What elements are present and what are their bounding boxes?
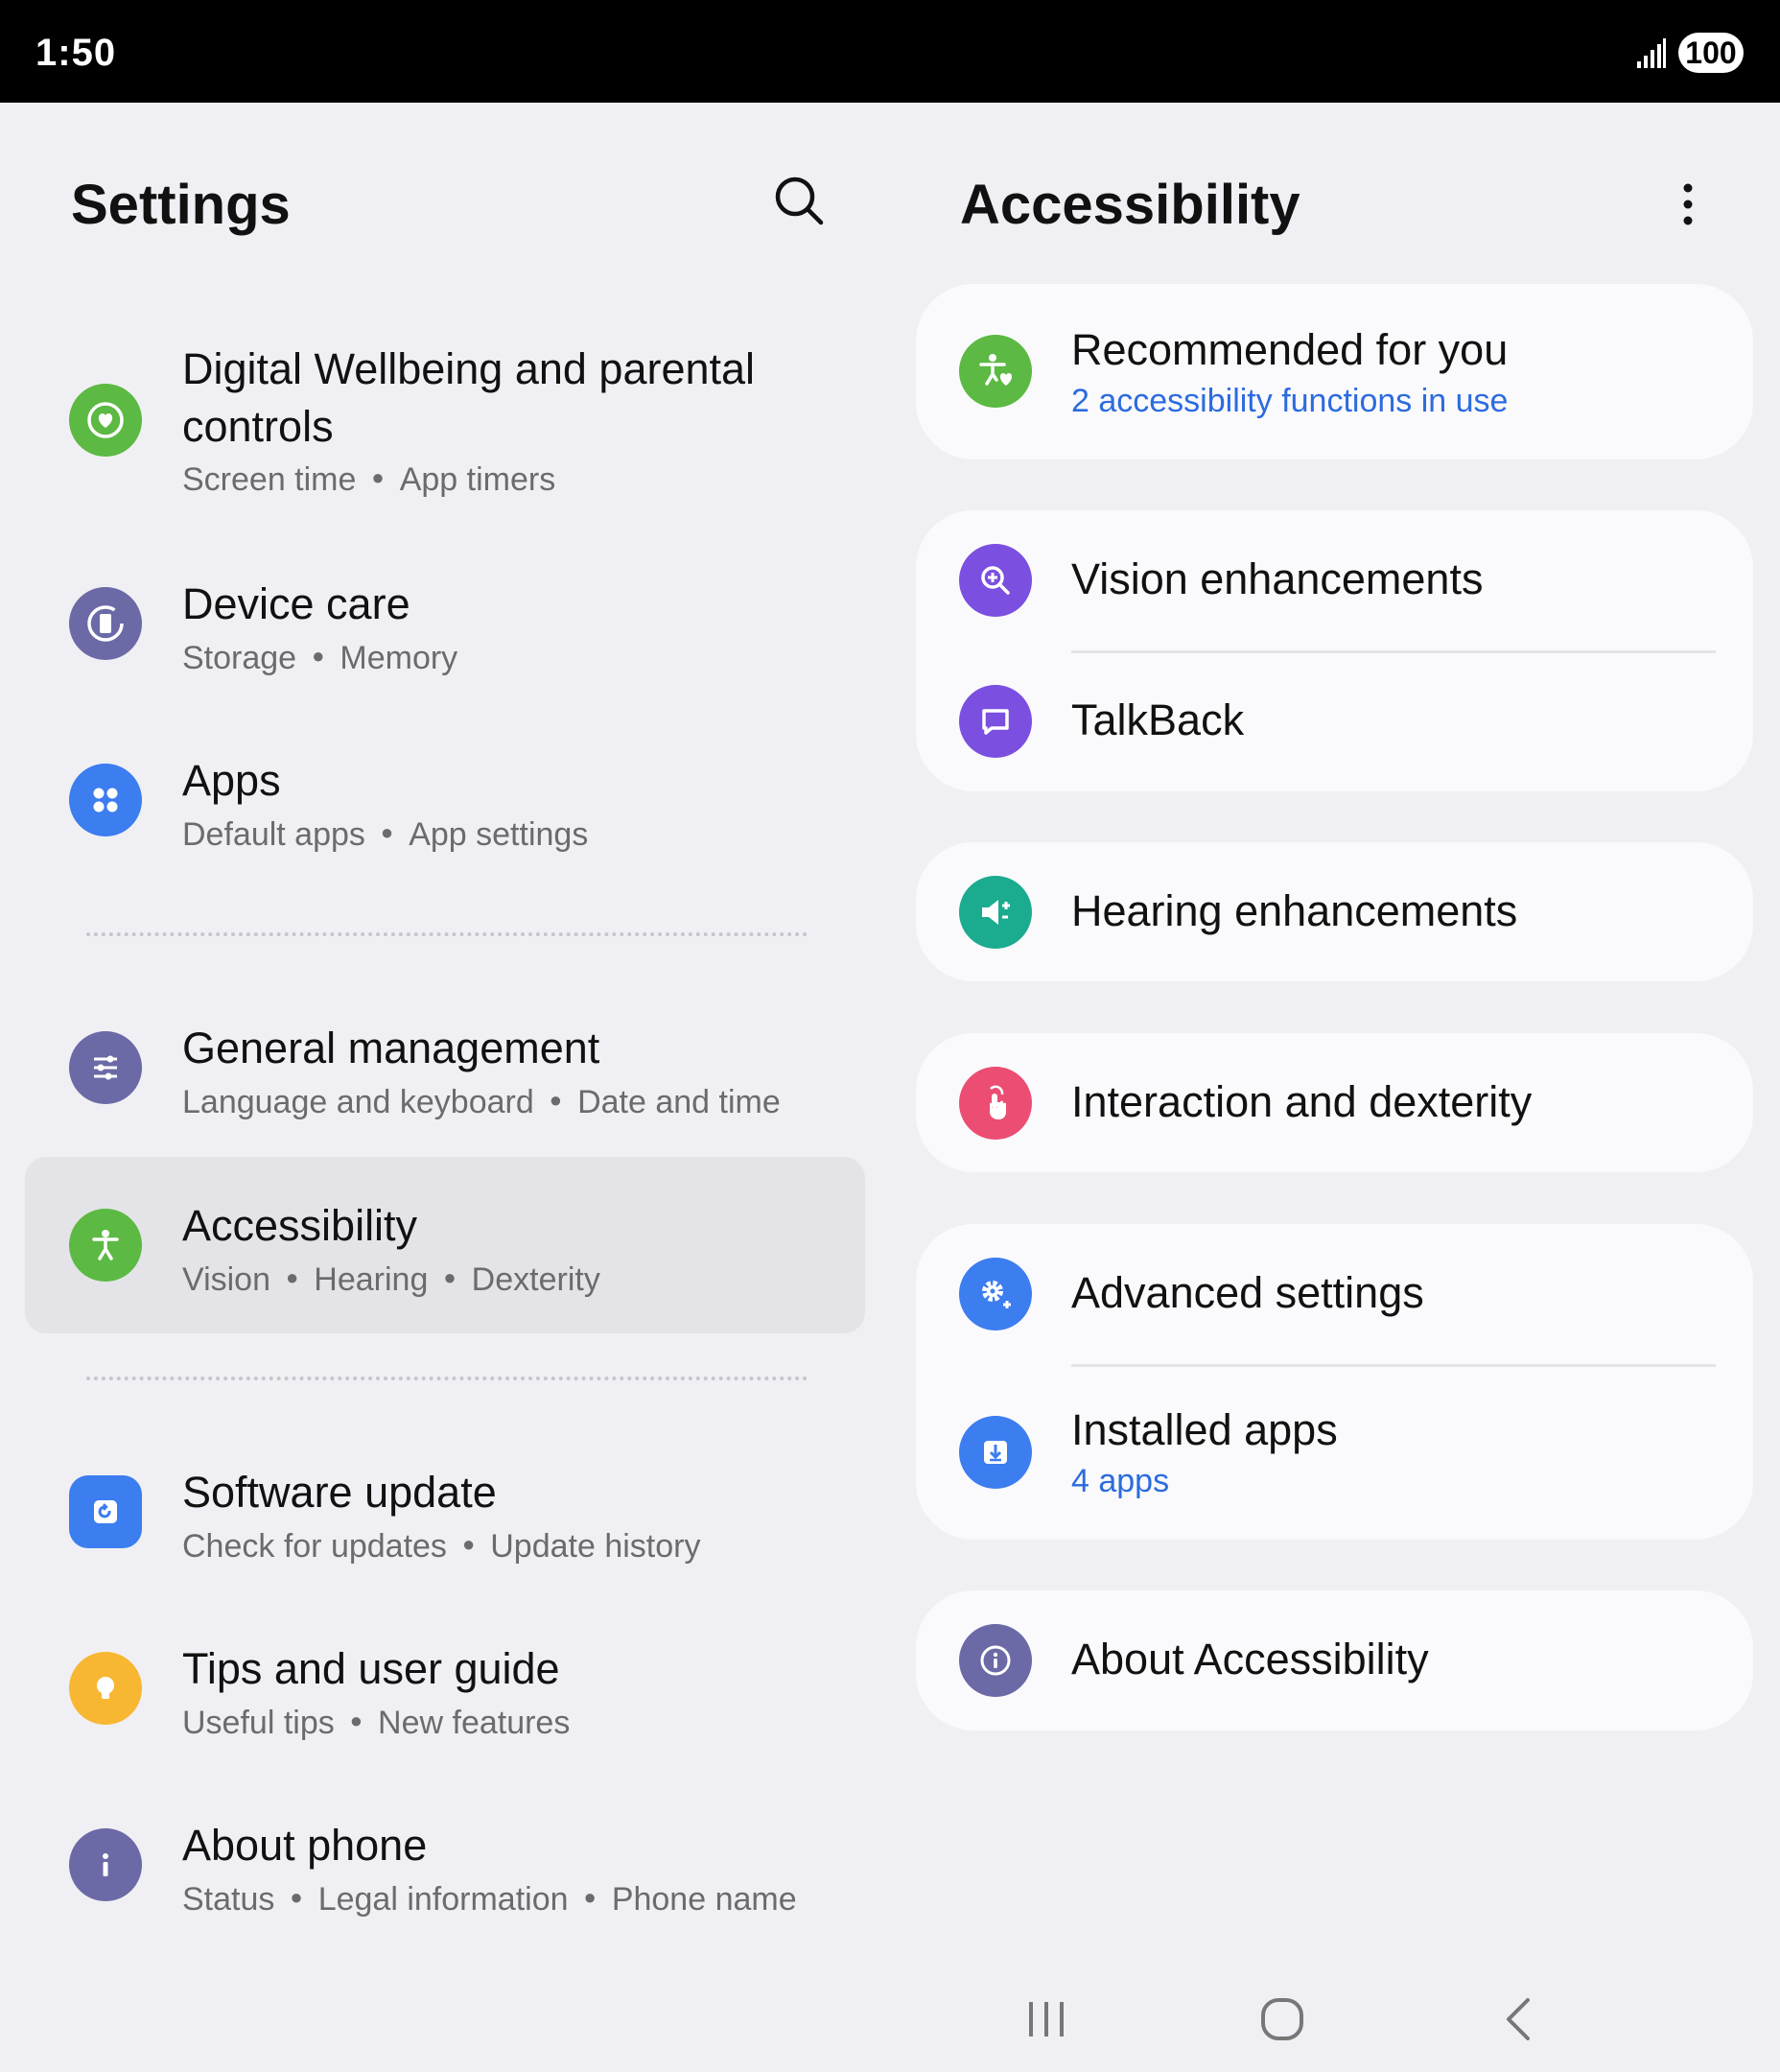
section-divider (86, 1377, 808, 1380)
about-accessibility-item[interactable]: About Accessibility (916, 1590, 1753, 1731)
device-care-icon (69, 587, 142, 660)
signal-icon (1637, 38, 1666, 68)
software-update-icon (69, 1475, 142, 1548)
talkback-item[interactable]: TalkBack (916, 651, 1753, 791)
settings-item-subtitle: Screen time ● App timers (182, 461, 556, 498)
interaction-title: Interaction and dexterity (1071, 1077, 1533, 1126)
settings-item-title: Tips and user guide (182, 1644, 560, 1693)
recommended-card: Recommended for you 2 accessibility func… (916, 284, 1753, 459)
status-time: 1:50 (35, 32, 117, 74)
installed-apps-item[interactable]: Installed apps 4 apps (916, 1365, 1753, 1540)
accessibility-page-title: Accessibility (960, 174, 1300, 236)
sub-label: App timers (399, 461, 556, 498)
settings-item-subtitle: Language and keyboard ● Date and time (182, 1084, 781, 1120)
sub-label: App settings (409, 816, 589, 853)
settings-item-digital-wellbeing[interactable]: Digital Wellbeing and parental controls … (25, 326, 865, 518)
settings-title: Settings (71, 174, 291, 236)
sub-label: Date and time (577, 1084, 781, 1120)
interaction-dexterity-item[interactable]: Interaction and dexterity (916, 1033, 1753, 1172)
settings-item-title: General management (182, 1024, 600, 1072)
search-icon[interactable] (772, 174, 826, 227)
recommended-subtitle: 2 accessibility functions in use (1071, 383, 1509, 419)
vision-card: Vision enhancements TalkBack (916, 510, 1753, 791)
settings-item-about-phone[interactable]: About phone Status ● Legal information ● Pho… (25, 1777, 865, 1953)
advanced-title: Advanced settings (1071, 1268, 1424, 1317)
vision-enhancements-item[interactable]: Vision enhancements (916, 510, 1753, 650)
settings-item-title: Software update (182, 1468, 497, 1517)
recommended-for-you-item[interactable]: Recommended for you 2 accessibility func… (916, 284, 1753, 459)
settings-item-tips[interactable]: Tips and user guide Useful tips ● New feat… (25, 1600, 865, 1777)
status-bar: 1:50 100 (0, 0, 1780, 103)
sub-label: Useful tips (182, 1705, 335, 1741)
sub-label: Update history (490, 1528, 701, 1565)
settings-item-software-update[interactable]: Software update Check for updates ● Update… (25, 1424, 865, 1600)
recent-apps-icon[interactable] (1018, 1990, 1075, 2048)
sub-label: Memory (340, 640, 458, 676)
gear-plus-icon (959, 1258, 1032, 1330)
settings-item-subtitle: Check for updates ● Update history (182, 1528, 701, 1565)
wellbeing-icon (69, 384, 142, 457)
accessibility-heart-icon (959, 335, 1032, 408)
hearing-card: Hearing enhancements (916, 842, 1753, 981)
sub-label: Check for updates (182, 1528, 447, 1565)
talkback-icon (959, 685, 1032, 758)
installed-apps-title: Installed apps (1071, 1405, 1338, 1454)
settings-item-title: Digital Wellbeing and parental (182, 344, 756, 393)
sub-label: New features (378, 1705, 571, 1741)
talkback-title: TalkBack (1071, 695, 1245, 744)
download-icon (959, 1416, 1032, 1489)
lightbulb-icon (69, 1652, 142, 1725)
about-card: About Accessibility (916, 1590, 1753, 1731)
navigation-bar (0, 1957, 1780, 2072)
magnifier-plus-icon (959, 544, 1032, 617)
sub-label: Hearing (314, 1261, 429, 1298)
settings-item-subtitle: Vision ● Hearing ● Dexterity (182, 1261, 600, 1298)
accessibility-icon (69, 1209, 142, 1282)
speaker-plus-icon (959, 876, 1032, 949)
sub-label: Default apps (182, 816, 365, 853)
sub-label: Status (182, 1881, 275, 1918)
settings-item-general-management[interactable]: General management Language and keyboard… (25, 979, 865, 1156)
battery-indicator: 100 (1678, 33, 1744, 73)
settings-item-subtitle: Default apps ● App settings (182, 816, 589, 853)
vision-title: Vision enhancements (1071, 554, 1484, 603)
settings-item-title-continued: controls (182, 402, 334, 451)
settings-item-accessibility[interactable]: Accessibility Vision ● Hearing ● Dexterity (25, 1157, 865, 1333)
general-management-icon (69, 1031, 142, 1104)
sub-label: Vision (182, 1261, 270, 1298)
apps-icon (69, 764, 142, 836)
settings-item-subtitle: Status ● Legal information ● Phone name (182, 1881, 797, 1918)
more-options-icon[interactable] (1669, 180, 1707, 228)
sub-label: Language and keyboard (182, 1084, 534, 1120)
hearing-enhancements-item[interactable]: Hearing enhancements (916, 842, 1753, 981)
settings-item-device-care[interactable]: Device care Storage ● Memory (25, 535, 865, 712)
about-title: About Accessibility (1071, 1635, 1429, 1684)
touch-hand-icon (959, 1067, 1032, 1140)
sub-label: Dexterity (471, 1261, 600, 1298)
info-icon (69, 1828, 142, 1901)
info-circle-icon (959, 1624, 1032, 1697)
settings-item-title: Device care (182, 579, 410, 628)
settings-item-subtitle: Useful tips ● New features (182, 1705, 571, 1741)
sub-label: Storage (182, 640, 297, 676)
recommended-title: Recommended for you (1071, 325, 1509, 374)
sub-label: Legal information (317, 1881, 569, 1918)
sub-label: Phone name (611, 1881, 797, 1918)
installed-apps-subtitle: 4 apps (1071, 1463, 1170, 1499)
interaction-card: Interaction and dexterity (916, 1033, 1753, 1172)
advanced-card: Advanced settings Installed apps 4 apps (916, 1224, 1753, 1540)
back-icon[interactable] (1491, 1990, 1549, 2048)
sub-label: Screen time (182, 461, 357, 498)
home-icon[interactable] (1253, 1990, 1311, 2048)
settings-item-title: Apps (182, 756, 281, 805)
hearing-title: Hearing enhancements (1071, 886, 1518, 935)
section-divider (86, 932, 808, 936)
settings-item-subtitle: Storage ● Memory (182, 640, 458, 676)
settings-item-apps[interactable]: Apps Default apps ● App settings (25, 712, 865, 888)
settings-item-title: About phone (182, 1821, 428, 1870)
settings-item-title: Accessibility (182, 1201, 418, 1250)
advanced-settings-item[interactable]: Advanced settings (916, 1224, 1753, 1364)
